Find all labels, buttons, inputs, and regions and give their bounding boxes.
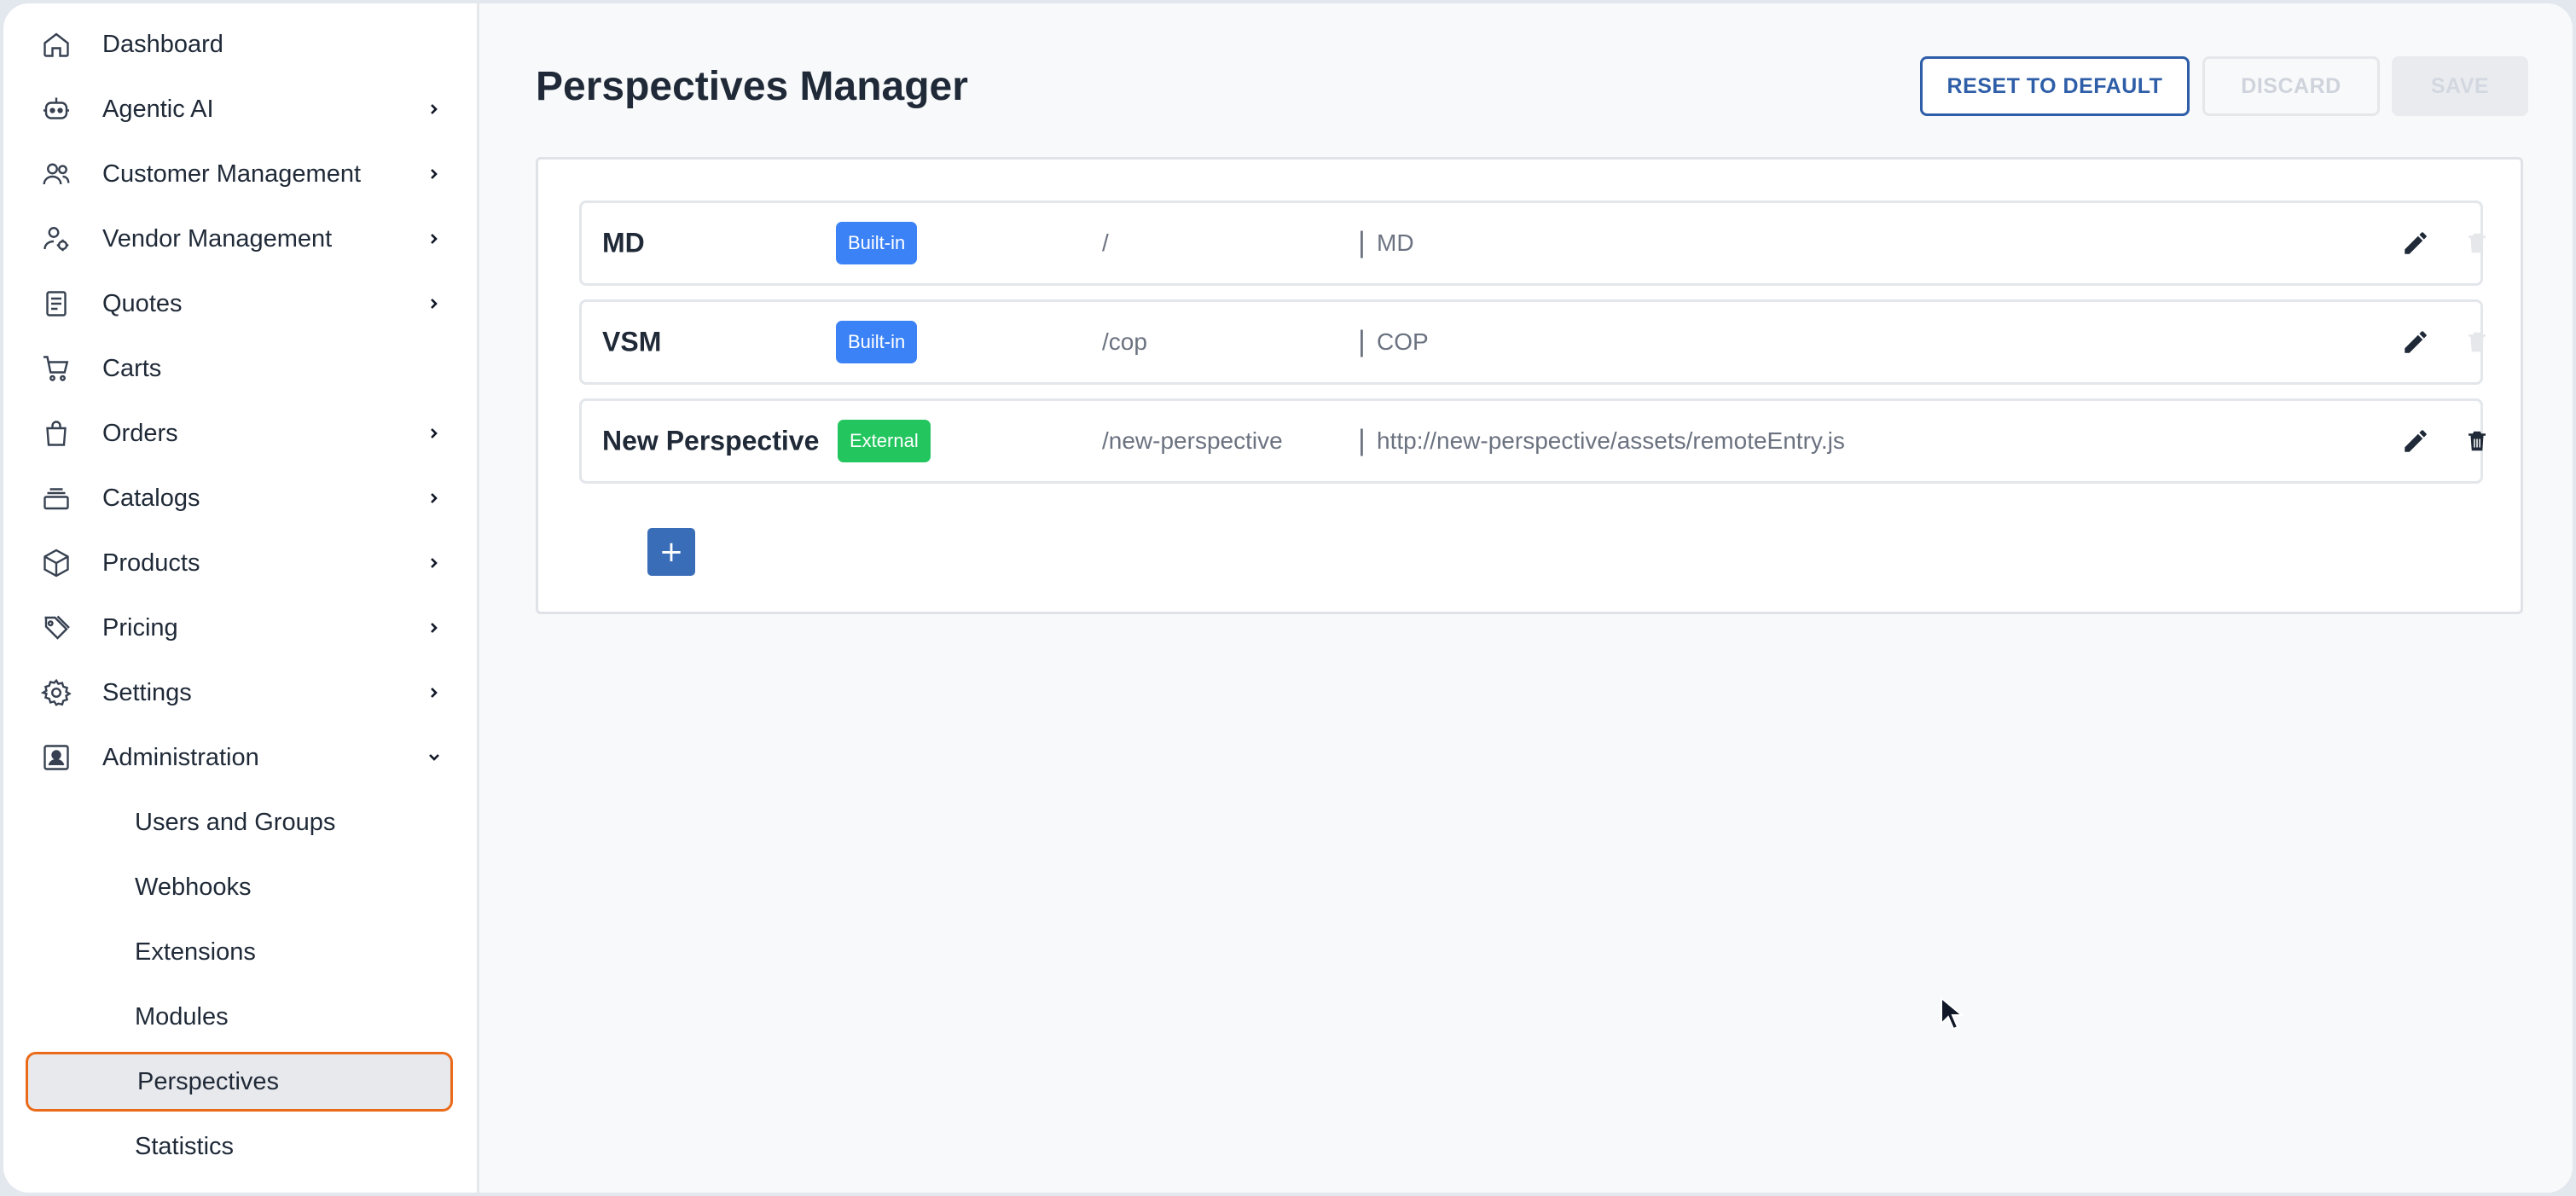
trash-icon[interactable] [2460,226,2494,260]
sidebar-item-label: Products [102,549,200,577]
gear-icon [39,676,73,710]
tags-icon [39,611,73,645]
sidebar-item-label: Pricing [102,613,178,642]
chevron-right-icon [431,688,438,698]
sidebar-item-label: Modules [135,1002,229,1031]
perspective-row: VSM Built-in /cop | COP [579,299,2486,385]
perspective-target: http://new-perspective/assets/remoteEntr… [1377,427,1845,454]
sidebar-item-label: Orders [102,419,178,447]
sidebar: Dashboard Agentic AI Customer Management… [3,3,479,1193]
box-icon [39,546,73,580]
stack-icon [39,481,73,515]
document-icon [39,287,73,321]
sidebar-item-label: Extensions [135,938,256,966]
perspective-path: /new-perspective [1102,427,1283,454]
chevron-right-icon [431,169,438,179]
perspective-row: MD Built-in / | MD [579,200,2486,286]
sidebar-item-label: Settings [102,678,192,706]
sidebar-item-label: Catalogs [102,484,200,512]
cart-icon [39,351,73,386]
perspective-name: New Perspective [602,425,820,456]
sidebar-subitem-modules[interactable]: Modules [3,984,453,1049]
chevron-down-icon [429,754,439,761]
separator: | [1358,226,1366,259]
sidebar-item-label: Users and Groups [135,808,336,836]
separator: | [1358,325,1366,358]
external-badge: External [838,420,931,462]
sidebar-item-label: Carts [102,354,162,382]
sidebar-item-label: Customer Management [102,160,362,188]
chevron-right-icon [431,234,438,244]
reset-to-default-button[interactable]: RESET TO DEFAULT [1920,56,2190,116]
sidebar-item-label: Quotes [102,289,183,317]
page-title: Perspectives Manager [536,64,968,109]
users-icon [39,157,73,191]
sidebar-item-carts[interactable]: Carts [3,336,453,401]
edit-icon[interactable] [2399,424,2433,458]
perspective-name: MD [602,227,645,258]
sidebar-item-vendor-management[interactable]: Vendor Management [3,206,453,271]
sidebar-item-catalogs[interactable]: Catalogs [3,466,453,531]
sidebar-item-label: Perspectives [137,1067,280,1095]
discard-button[interactable]: DISCARD [2202,56,2380,116]
perspective-path: /cop [1102,328,1147,355]
sidebar-item-label: Vendor Management [102,224,333,253]
sidebar-subitem-statistics[interactable]: Statistics [3,1114,453,1179]
builtin-badge: Built-in [836,321,918,363]
sidebar-item-dashboard[interactable]: Dashboard [3,12,453,77]
sidebar-item-label: Statistics [135,1132,235,1160]
mouse-cursor-icon [1941,996,1964,1031]
home-icon [39,27,73,61]
robot-icon [39,92,73,126]
sidebar-item-settings[interactable]: Settings [3,660,453,725]
sidebar-item-quotes[interactable]: Quotes [3,271,453,336]
sidebar-item-products[interactable]: Products [3,531,453,595]
sidebar-item-label: Agentic AI [102,95,214,123]
perspective-row: New Perspective External /new-perspectiv… [579,398,2486,484]
chevron-right-icon [431,104,438,114]
app-window: Dashboard Agentic AI Customer Management… [3,3,2573,1193]
perspective-target: MD [1377,229,1414,256]
sidebar-subitem-webhooks[interactable]: Webhooks [3,855,453,920]
sidebar-item-label: Administration [102,743,259,771]
chevron-right-icon [431,493,438,503]
chevron-right-icon [431,428,438,438]
edit-icon[interactable] [2399,226,2433,260]
builtin-badge: Built-in [836,222,918,264]
sidebar-item-label: Dashboard [102,30,223,58]
chevron-right-icon [431,299,438,309]
perspectives-panel: MD Built-in / | MD VSM Built-in /cop | C… [536,157,2523,614]
separator: | [1358,424,1366,457]
user-cog-icon [39,222,73,256]
sidebar-subitem-perspectives[interactable]: Perspectives [26,1052,453,1112]
sidebar-subitem-users-and-groups[interactable]: Users and Groups [3,790,453,855]
sidebar-item-administration[interactable]: Administration [3,725,453,790]
save-button[interactable]: SAVE [2392,56,2528,116]
sidebar-subitem-extensions[interactable]: Extensions [3,920,453,984]
main-content: Perspectives Manager RESET TO DEFAULT DI… [479,3,2573,1193]
bag-icon [39,416,73,450]
add-perspective-button[interactable]: + [647,528,695,576]
perspective-name: VSM [602,326,662,357]
edit-icon[interactable] [2399,325,2433,359]
chevron-right-icon [431,558,438,568]
perspective-target: COP [1377,328,1429,355]
trash-icon[interactable] [2460,424,2494,458]
sidebar-item-pricing[interactable]: Pricing [3,595,453,660]
chevron-right-icon [431,623,438,633]
sidebar-item-agentic-ai[interactable]: Agentic AI [3,77,453,142]
sidebar-item-orders[interactable]: Orders [3,401,453,466]
perspective-path: / [1102,229,1109,256]
trash-icon[interactable] [2460,325,2494,359]
sidebar-item-label: Webhooks [135,873,252,901]
id-card-icon [39,740,73,775]
sidebar-item-customer-management[interactable]: Customer Management [3,142,453,206]
